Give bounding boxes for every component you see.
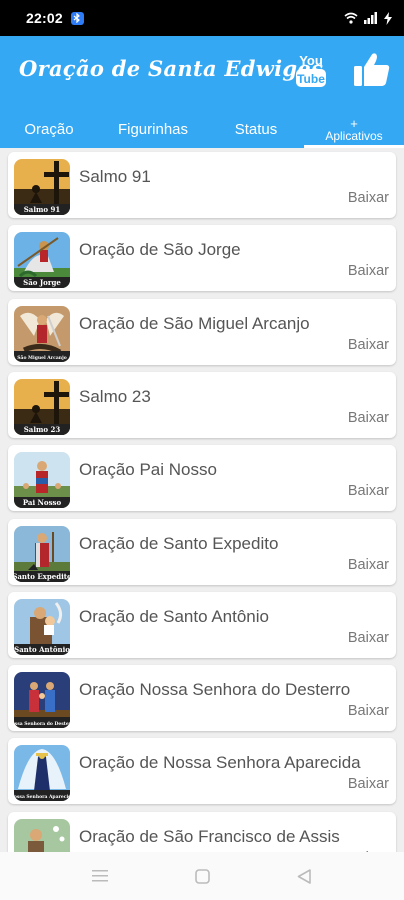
thumbs-up-icon[interactable] [353, 50, 391, 88]
svg-text:Salmo 23: Salmo 23 [24, 425, 61, 434]
status-time: 22:02 [26, 10, 63, 26]
download-button[interactable]: Baixar [348, 703, 389, 719]
svg-text:Nossa Senhora do Desterro: Nossa Senhora do Desterro [14, 721, 70, 727]
svg-text:Santo Expedito: Santo Expedito [14, 572, 70, 581]
download-button[interactable]: Baixar [348, 263, 389, 279]
app-list-item[interactable]: Salmo 91 Salmo 91 Baixar [8, 152, 396, 218]
svg-text:Tube: Tube [297, 72, 325, 86]
app-title: Oração de Nossa Senhora Aparecida [79, 753, 361, 773]
app-list-item[interactable]: Pai Nosso Oração Pai Nosso Baixar [8, 445, 396, 512]
app-list-item[interactable]: Salmo 23 Salmo 23 Baixar [8, 371, 396, 438]
app-list-item[interactable]: Oração de São Francisco de AssisBaixar [8, 811, 396, 852]
apps-list[interactable]: Salmo 91 Salmo 91 Baixar São Jorge Oração de… [0, 148, 404, 852]
tab-figurinhas[interactable]: Figurinhas [98, 110, 208, 148]
app-thumbnail: Nossa Senhora Aparecida [14, 745, 70, 802]
app-thumbnail: Salmo 91 [14, 159, 70, 215]
app-title: Oração de São Jorge [79, 240, 241, 260]
app-thumbnail [14, 818, 70, 852]
app-thumbnail: São Miguel Arcanjo [14, 305, 70, 362]
app-title: Salmo 23 [79, 386, 151, 406]
app-list-item[interactable]: Nossa Senhora Aparecida Oração de Nossa S… [8, 738, 396, 805]
svg-text:Nossa Senhora Aparecida: Nossa Senhora Aparecida [14, 794, 70, 800]
app-title: Oração Pai Nosso [79, 460, 217, 480]
app-thumbnail: Salmo 23 [14, 378, 70, 435]
tab-figurinhas-label: Figurinhas [117, 120, 189, 138]
app-title: Oração de Santa Edwiges [19, 56, 324, 81]
tab-aplicativos[interactable]: + Aplicativos [304, 110, 404, 148]
bluetooth-icon [70, 11, 84, 25]
svg-text:São Jorge: São Jorge [23, 278, 61, 287]
download-button[interactable]: Baixar [348, 337, 389, 353]
app-thumbnail: Santo Antônio [14, 598, 70, 655]
charging-icon [384, 11, 392, 25]
app-list-item[interactable]: São Miguel Arcanjo Oração de São Miguel A… [8, 298, 396, 365]
status-bar: 22:02 [0, 0, 404, 36]
app-list-item[interactable]: Nossa Senhora do Desterro Oração Nossa Se… [8, 665, 396, 732]
app-list-item[interactable]: Santo Antônio Oração de Santo Antônio Baix… [8, 591, 396, 658]
tab-status[interactable]: Status [208, 110, 304, 148]
system-nav-bar [0, 852, 404, 900]
app-list-item[interactable]: São Jorge Oração de São Jorge Baixar [8, 225, 396, 292]
menu-icon[interactable] [87, 866, 113, 886]
download-button[interactable]: Baixar [348, 483, 389, 499]
app-title: Oração Nossa Senhora do Desterro [79, 680, 351, 700]
app-thumbnail: São Jorge [14, 232, 70, 289]
tab-oracao[interactable]: Oração [0, 110, 98, 148]
app-title: Oração de Santo Expedito [79, 533, 279, 553]
app-thumbnail: Nossa Senhora do Desterro [14, 672, 70, 729]
app-thumbnail: Pai Nosso [14, 452, 70, 509]
app-list-item[interactable]: Santo Expedito Oração de Santo Expedito Ba… [8, 518, 396, 585]
app-thumbnail: Santo Expedito [14, 525, 70, 582]
svg-text:São Miguel Arcanjo: São Miguel Arcanjo [17, 354, 66, 361]
tab-oracao-label: Oração [24, 120, 74, 138]
app-header: Oração de Santa Edwiges You Tube Oração … [0, 36, 404, 148]
download-button[interactable]: Baixar [348, 557, 389, 573]
youtube-icon[interactable]: You Tube [295, 52, 327, 88]
download-button[interactable]: Baixar [348, 410, 389, 426]
signal-icon [364, 12, 377, 24]
download-button[interactable]: Baixar [348, 776, 389, 792]
tab-status-label: Status [234, 120, 278, 138]
home-square-icon[interactable] [189, 866, 215, 886]
status-icons [344, 11, 392, 25]
tab-bar: Oração Figurinhas Status + Aplicativos [0, 110, 404, 148]
svg-text:Salmo 91: Salmo 91 [24, 205, 61, 214]
back-triangle-icon[interactable] [291, 866, 317, 886]
app-title: Oração de São Miguel Arcanjo [79, 313, 310, 333]
svg-text:You: You [299, 53, 323, 68]
tab-aplicativos-label: Aplicativos [325, 129, 383, 143]
download-button[interactable]: Baixar [348, 630, 389, 646]
download-button[interactable]: Baixar [348, 190, 389, 206]
svg-text:Santo Antônio: Santo Antônio [14, 645, 70, 654]
wifi-icon [344, 12, 358, 24]
app-title: Oração de São Francisco de Assis [79, 826, 340, 846]
app-title: Salmo 91 [79, 167, 151, 186]
svg-text:Pai Nosso: Pai Nosso [23, 498, 62, 507]
app-title: Oração de Santo Antônio [79, 606, 269, 626]
